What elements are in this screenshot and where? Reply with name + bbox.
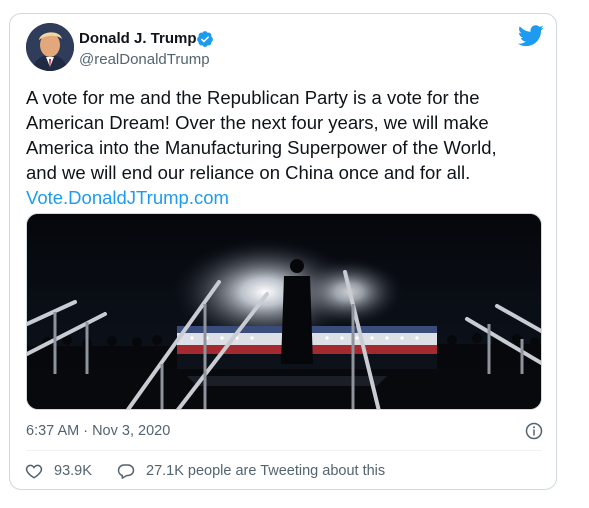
- divider: [26, 450, 542, 451]
- rally-photo: [27, 214, 541, 409]
- tweet-photo[interactable]: [26, 213, 542, 410]
- avatar[interactable]: [26, 23, 74, 71]
- like-count[interactable]: 93.9K: [54, 463, 92, 479]
- heart-icon[interactable]: [25, 462, 43, 480]
- conversation-link[interactable]: 27.1K people are Tweeting about this: [146, 463, 385, 479]
- tweet-text-line: American Dream! Over the next four years…: [26, 112, 489, 133]
- author-display-name[interactable]: Donald J. Trump: [79, 30, 197, 47]
- tweet-link[interactable]: Vote.DonaldJTrump.com: [26, 185, 536, 210]
- tweet-text-line: A vote for me and the Republican Party i…: [26, 87, 480, 108]
- tweet-text-line: and we will end our reliance on China on…: [26, 162, 471, 183]
- speech-bubble-icon[interactable]: [117, 462, 135, 480]
- tweet-card[interactable]: Donald J. Trump @realDonaldTrump A vote …: [9, 13, 557, 490]
- avatar-portrait: [26, 23, 74, 71]
- tweet-text-line: America into the Manufacturing Superpowe…: [26, 137, 497, 158]
- author-handle[interactable]: @realDonaldTrump: [79, 51, 210, 68]
- tweet-timestamp[interactable]: 6:37 AM · Nov 3, 2020: [26, 423, 170, 439]
- tweet-text: A vote for me and the Republican Party i…: [26, 85, 536, 210]
- twitter-bird-icon[interactable]: [518, 25, 544, 47]
- verified-badge-icon: [197, 31, 213, 47]
- info-icon[interactable]: [525, 422, 543, 440]
